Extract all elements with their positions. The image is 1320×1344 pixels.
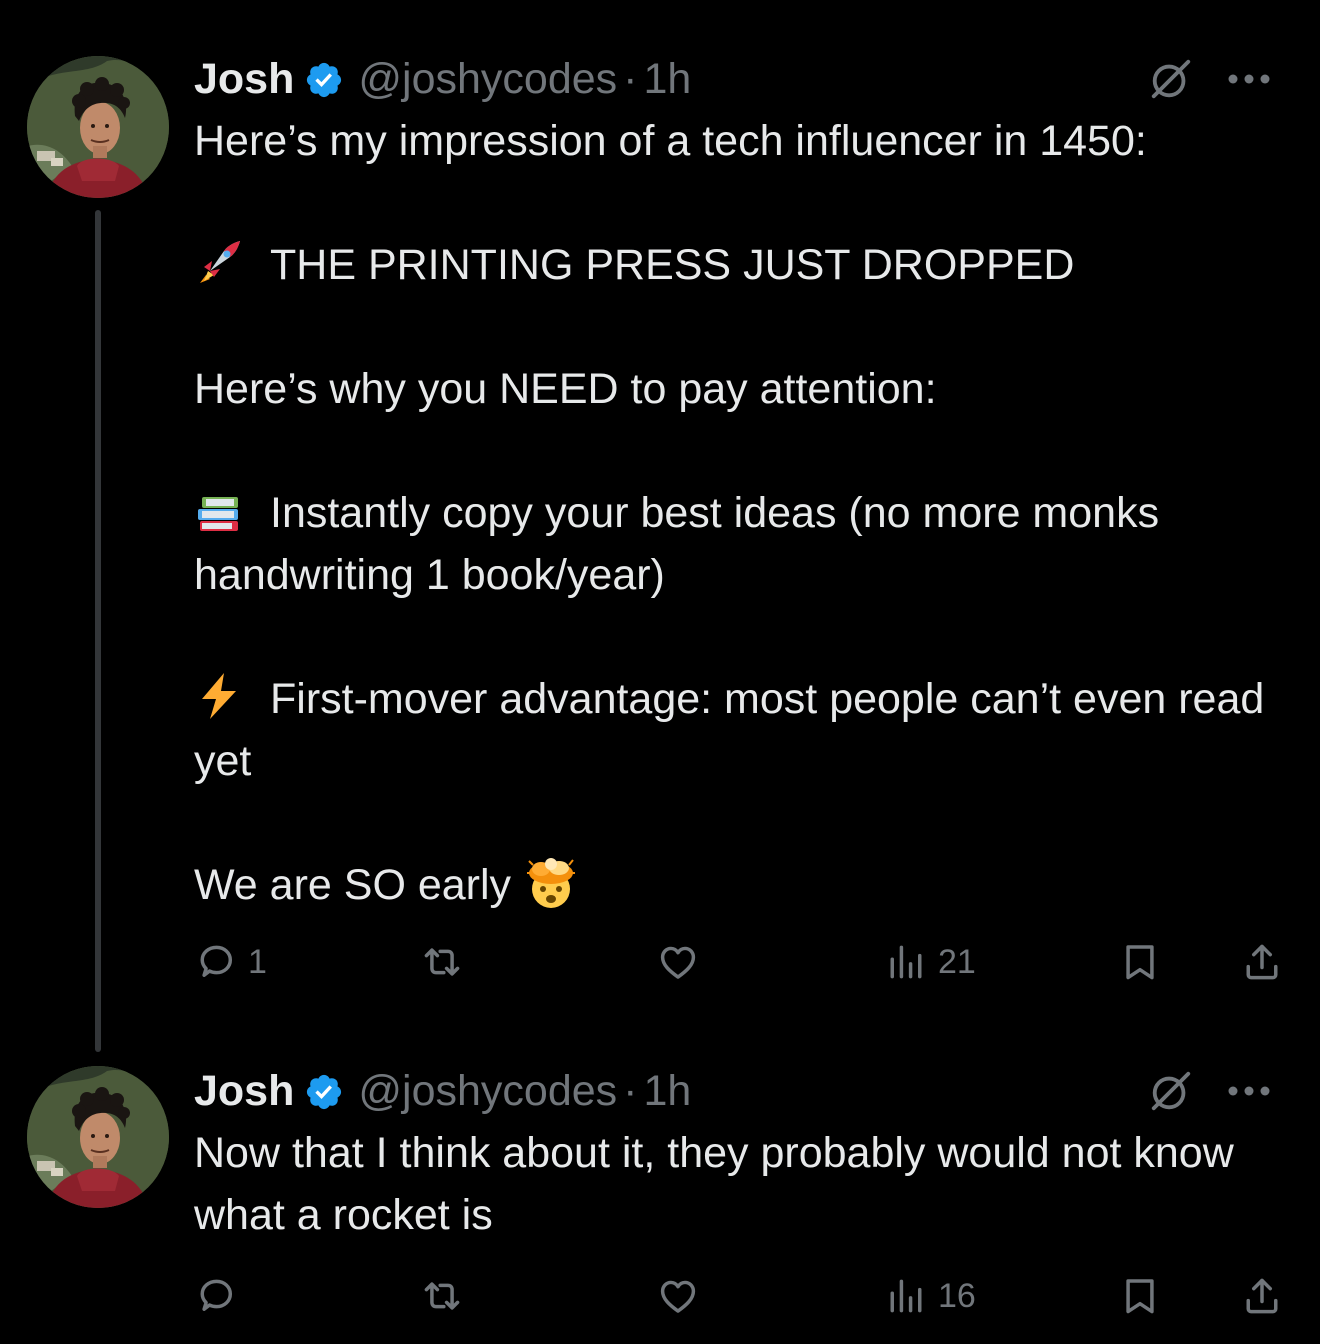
author-name[interactable]: Josh	[194, 1060, 294, 1122]
bookmark-button[interactable]	[1118, 1266, 1162, 1326]
views-button[interactable]: 16	[884, 1266, 976, 1326]
tweet-paragraph-text: Instantly copy your best ideas (no more …	[194, 489, 1160, 599]
view-count: 21	[938, 942, 976, 981]
verified-badge-icon	[304, 60, 344, 100]
grok-icon[interactable]	[1148, 1068, 1194, 1114]
author-name[interactable]: Josh	[194, 48, 294, 110]
heart-icon	[656, 940, 700, 984]
bookmark-icon	[1118, 1274, 1162, 1318]
share-icon	[1240, 1274, 1284, 1318]
share-button[interactable]	[1240, 1266, 1284, 1326]
reply-button[interactable]: 1	[194, 932, 267, 992]
avatar[interactable]	[27, 1066, 169, 1208]
separator-dot: ·	[623, 55, 638, 103]
views-chart-icon	[884, 940, 928, 984]
tweet-paragraph-text: We are SO early	[194, 861, 512, 909]
tweet-paragraph: Here’s my impression of a tech influence…	[194, 117, 1147, 165]
reply-button[interactable]	[194, 1266, 248, 1326]
separator-dot: ·	[623, 1067, 638, 1115]
tweet-paragraph-text: First-mover advantage: most people can’t…	[194, 675, 1265, 785]
tweet-actions: 16	[194, 1266, 1284, 1326]
share-button[interactable]	[1240, 932, 1284, 992]
tweet-content: Josh @joshycodes · 1h Here’s my impressi…	[194, 48, 1280, 916]
tweet-header: Josh @joshycodes · 1h	[194, 48, 1280, 110]
views-button[interactable]: 21	[884, 932, 976, 992]
grok-icon[interactable]	[1148, 56, 1194, 102]
bookmark-button[interactable]	[1118, 932, 1162, 992]
tweet-text: Here’s my impression of a tech influence…	[194, 110, 1280, 916]
like-button[interactable]	[656, 932, 710, 992]
more-options-icon[interactable]	[1226, 72, 1272, 86]
views-chart-icon	[884, 1274, 928, 1318]
tweet-paragraph: We are SO early	[194, 854, 1280, 916]
tweet-paragraph: Now that I think about it, they probably…	[194, 1129, 1234, 1239]
tweet[interactable]: Josh @joshycodes · 1h Now that I think a…	[0, 1050, 1320, 1344]
timestamp[interactable]: 1h	[643, 48, 691, 110]
repost-button[interactable]	[420, 932, 474, 992]
rocket-emoji	[200, 241, 240, 283]
tweet-content: Josh @joshycodes · 1h Now that I think a…	[194, 1060, 1280, 1246]
more-options-icon[interactable]	[1226, 1084, 1272, 1098]
verified-badge-icon	[304, 1072, 344, 1112]
tweet-text: Now that I think about it, they probably…	[194, 1122, 1280, 1246]
repost-icon	[420, 940, 464, 984]
tweet-paragraph: First-mover advantage: most people can’t…	[194, 668, 1280, 792]
tweet-paragraph: Here’s why you NEED to pay attention:	[194, 365, 937, 413]
tweet-paragraph: Instantly copy your best ideas (no more …	[194, 482, 1280, 606]
tweet[interactable]: Josh @joshycodes · 1h Here’s my impressi…	[0, 0, 1320, 1052]
exploding-head-emoji	[527, 858, 576, 908]
author-handle[interactable]: @joshycodes	[358, 1060, 617, 1122]
tweet-actions: 1 21	[194, 932, 1284, 992]
tweet-paragraph: THE PRINTING PRESS JUST DROPPED	[194, 234, 1280, 296]
heart-icon	[656, 1274, 700, 1318]
share-icon	[1240, 940, 1284, 984]
like-button[interactable]	[656, 1266, 710, 1326]
reply-icon	[194, 1274, 238, 1318]
lightning-emoji	[202, 673, 236, 719]
author-handle[interactable]: @joshycodes	[358, 48, 617, 110]
bookmark-icon	[1118, 940, 1162, 984]
avatar-image	[27, 1066, 169, 1208]
tweet-paragraph-text: THE PRINTING PRESS JUST DROPPED	[270, 241, 1075, 289]
reply-count: 1	[248, 942, 267, 981]
reply-icon	[194, 940, 238, 984]
tweet-header: Josh @joshycodes · 1h	[194, 1060, 1280, 1122]
avatar[interactable]	[27, 56, 169, 198]
thread-connector-line	[95, 210, 101, 1052]
repost-button[interactable]	[420, 1266, 474, 1326]
avatar-image	[27, 56, 169, 198]
repost-icon	[420, 1274, 464, 1318]
timestamp[interactable]: 1h	[643, 1060, 691, 1122]
books-emoji	[198, 497, 238, 531]
view-count: 16	[938, 1276, 976, 1315]
